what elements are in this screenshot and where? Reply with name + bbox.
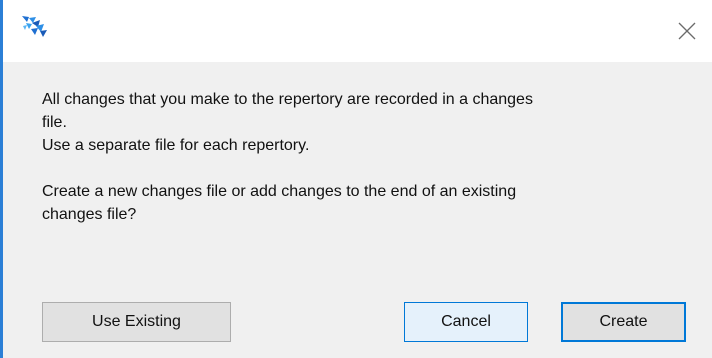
title-bar (0, 0, 712, 62)
changes-file-dialog: All changes that you make to the reperto… (0, 0, 712, 358)
create-button[interactable]: Create (561, 302, 686, 342)
window-border (0, 0, 3, 358)
message-line: changes file? (42, 206, 137, 223)
message-line: file. (42, 114, 67, 131)
cancel-button[interactable]: Cancel (404, 302, 528, 342)
use-existing-button[interactable]: Use Existing (42, 302, 231, 342)
app-logo-icon (22, 16, 47, 37)
dialog-message: All changes that you make to the reperto… (42, 88, 682, 226)
close-icon[interactable] (674, 18, 700, 44)
message-line: Use a separate file for each repertory. (42, 137, 310, 154)
message-line: Create a new changes file or add changes… (42, 183, 517, 200)
dialog-body: All changes that you make to the reperto… (0, 62, 712, 358)
message-line: All changes that you make to the reperto… (42, 91, 533, 108)
